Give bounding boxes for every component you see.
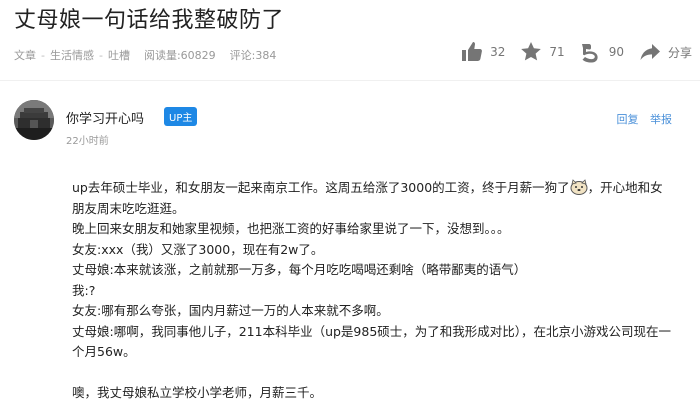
article-title: 丈母娘一句话给我整破防了 bbox=[14, 2, 284, 34]
like-count: 32 bbox=[490, 45, 505, 59]
breadcrumb-category[interactable]: 文章 bbox=[14, 47, 36, 63]
paragraph-text: up去年硕士毕业，和女朋友一起来南京工作。这周五给涨了3000的工资，终于月薪一… bbox=[72, 180, 570, 195]
avatar[interactable] bbox=[14, 100, 54, 140]
breadcrumb-separator: - bbox=[41, 49, 45, 62]
paragraph: 丈母娘:本来就该涨，之前就那一万多，每个月吃吃喝喝还剩啥（略带鄙夷的语气） bbox=[72, 260, 672, 281]
paragraph: 丈母娘:哪啊，我同事他儿子，211本科毕业（up是985硕士，为了和我形成对比）… bbox=[72, 322, 672, 363]
share-label: 分享 bbox=[668, 44, 692, 61]
author-name[interactable]: 你学习开心吗 bbox=[66, 108, 144, 127]
like-button[interactable]: 32 bbox=[460, 40, 505, 64]
article-actions: 32 71 90 分享 bbox=[446, 40, 692, 64]
coin-button[interactable]: 90 bbox=[579, 40, 624, 64]
breadcrumb-separator: - bbox=[99, 49, 103, 62]
paragraph: 女友:xxx（我）又涨了3000，现在有2w了。 bbox=[72, 240, 672, 261]
comments-count: 评论:384 bbox=[230, 47, 277, 63]
coin-count: 90 bbox=[609, 45, 624, 59]
star-icon bbox=[519, 40, 543, 64]
paragraph: 我:? bbox=[72, 281, 672, 302]
paragraph: 女友:哪有那么夸张，国内月薪过一万的人本来就不多啊。 bbox=[72, 301, 672, 322]
share-button[interactable]: 分享 bbox=[638, 40, 692, 64]
paragraph: 晚上回来女朋友和她家里视频，也把涨工资的好事给家里说了一下，没想到。。。 bbox=[72, 219, 672, 240]
reply-link[interactable]: 回复 bbox=[617, 113, 639, 126]
comment-time: 22小时前 bbox=[66, 132, 109, 147]
article-body: up去年硕士毕业，和女朋友一起来南京工作。这周五给涨了3000的工资，终于月薪一… bbox=[72, 178, 672, 403]
article-meta: 文章 - 生活情感 - 吐槽 阅读量:60829 评论:384 bbox=[14, 47, 276, 63]
avatar-image bbox=[14, 100, 54, 140]
report-link[interactable]: 举报 bbox=[650, 113, 672, 126]
coin-icon bbox=[579, 40, 603, 64]
paragraph: up去年硕士毕业，和女朋友一起来南京工作。这周五给涨了3000的工资，终于月薪一… bbox=[72, 178, 672, 219]
thumbs-up-icon bbox=[460, 40, 484, 64]
header-divider bbox=[0, 80, 700, 81]
share-arrow-icon bbox=[638, 40, 662, 64]
breadcrumb-tag[interactable]: 吐槽 bbox=[108, 47, 130, 63]
paragraph: 噢，我丈母娘私立学校小学老师，月薪三千。 bbox=[72, 383, 672, 403]
views-count: 阅读量:60829 bbox=[144, 47, 216, 63]
breadcrumb-subcategory[interactable]: 生活情感 bbox=[50, 47, 94, 63]
up-badge: UP主 bbox=[164, 107, 197, 126]
comment-actions: 回复 举报 bbox=[609, 111, 673, 127]
favorite-count: 71 bbox=[549, 45, 564, 59]
doge-emoji-icon bbox=[570, 179, 588, 195]
favorite-button[interactable]: 71 bbox=[519, 40, 564, 64]
